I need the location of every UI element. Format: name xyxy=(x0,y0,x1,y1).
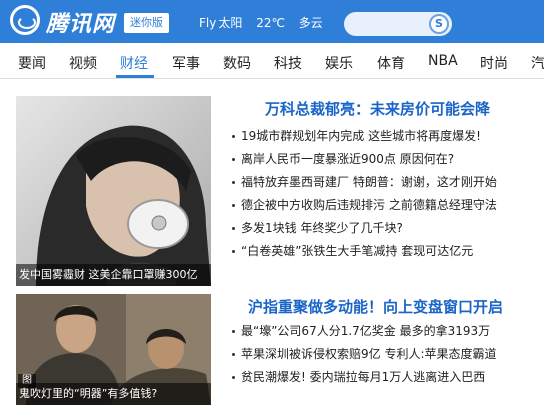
photo-masked-person xyxy=(16,96,211,286)
second-headline[interactable]: 沪指重聚做多动能！向上变盘窗口开启 xyxy=(248,296,503,317)
list-item[interactable]: “白卷英雄”张铁生大手笔减持 套现可达亿元 xyxy=(231,240,541,263)
headline-list-2: 最“壕”公司67人分1.7亿奖金 最多的拿3193万 苹果深圳被诉侵权索赔9亿 … xyxy=(231,320,541,389)
nav-item-tech[interactable]: 科技 xyxy=(274,53,302,73)
list-item[interactable]: 贫民潮爆发! 委内瑞拉每月1万人逃离进入巴西 xyxy=(231,366,541,389)
nav-item-entertainment[interactable]: 娱乐 xyxy=(325,53,353,73)
list-item[interactable]: 德企被中方收购后违规排污 之前德籍总经理守法 xyxy=(231,194,541,217)
temperature: 22℃ xyxy=(256,16,285,30)
nav-item-finance[interactable]: 财经 xyxy=(120,53,148,73)
weather-condition: 多云 xyxy=(298,16,323,30)
nav-item-news[interactable]: 要闻 xyxy=(18,53,46,73)
nav-item-auto[interactable]: 汽 xyxy=(531,53,544,73)
nav-item-military[interactable]: 军事 xyxy=(172,53,200,73)
list-item[interactable]: 19城市群规划年内完成 这些城市将再度爆发! xyxy=(231,125,541,148)
nav-item-fashion[interactable]: 时尚 xyxy=(480,53,508,73)
list-item[interactable]: 最“壕”公司67人分1.7亿奖金 最多的拿3193万 xyxy=(231,320,541,343)
list-item[interactable]: 福特放弃墨西哥建厂 特朗普：谢谢，这才刚开始 xyxy=(231,171,541,194)
headline-list: 19城市群规划年内完成 这些城市将再度爆发! 离岸人民币一度暴涨近900点 原因… xyxy=(231,125,541,263)
news-photo-tv-drama[interactable]: 图 鬼吹灯里的“明器”有多值钱? xyxy=(16,294,211,405)
photo-caption[interactable]: 发中国雾霾财 这美企靠口罩赚300亿 xyxy=(16,264,211,286)
weather-widget[interactable]: Fly 太阳 22℃ 多云 xyxy=(199,14,333,31)
edition-badge[interactable]: 迷你版 xyxy=(124,13,169,33)
sun-icon: 太阳 xyxy=(218,16,243,30)
list-item[interactable]: 多发1块钱 年终奖少了几千块? xyxy=(231,217,541,240)
list-item[interactable]: 离岸人民币一度暴涨近900点 原因何在? xyxy=(231,148,541,171)
photo-caption[interactable]: 鬼吹灯里的“明器”有多值钱? xyxy=(16,383,211,405)
top-bar: 腾讯网 迷你版 Fly 太阳 22℃ 多云 S xyxy=(0,0,544,43)
nav-item-sports[interactable]: 体育 xyxy=(377,53,405,73)
nav-active-indicator xyxy=(116,75,154,78)
tencent-logo-icon[interactable] xyxy=(10,5,40,35)
top-headline[interactable]: 万科总裁郁亮：未来房价可能会降 xyxy=(265,98,490,119)
channel-nav: 要闻 视频 财经 军事 数码 科技 娱乐 体育 NBA 时尚 汽 xyxy=(0,43,544,79)
search-input[interactable]: S xyxy=(344,12,452,36)
weather-label: Fly xyxy=(199,16,217,30)
nav-item-digital[interactable]: 数码 xyxy=(223,53,251,73)
list-item[interactable]: 苹果深圳被诉侵权索赔9亿 专利人:苹果态度霸道 xyxy=(231,343,541,366)
nav-item-video[interactable]: 视频 xyxy=(69,53,97,73)
brand-title[interactable]: 腾讯网 xyxy=(46,6,115,38)
nav-item-nba[interactable]: NBA xyxy=(428,53,458,69)
search-icon[interactable]: S xyxy=(429,14,449,34)
news-photo-smog[interactable]: 发中国雾霾财 这美企靠口罩赚300亿 xyxy=(16,96,211,286)
